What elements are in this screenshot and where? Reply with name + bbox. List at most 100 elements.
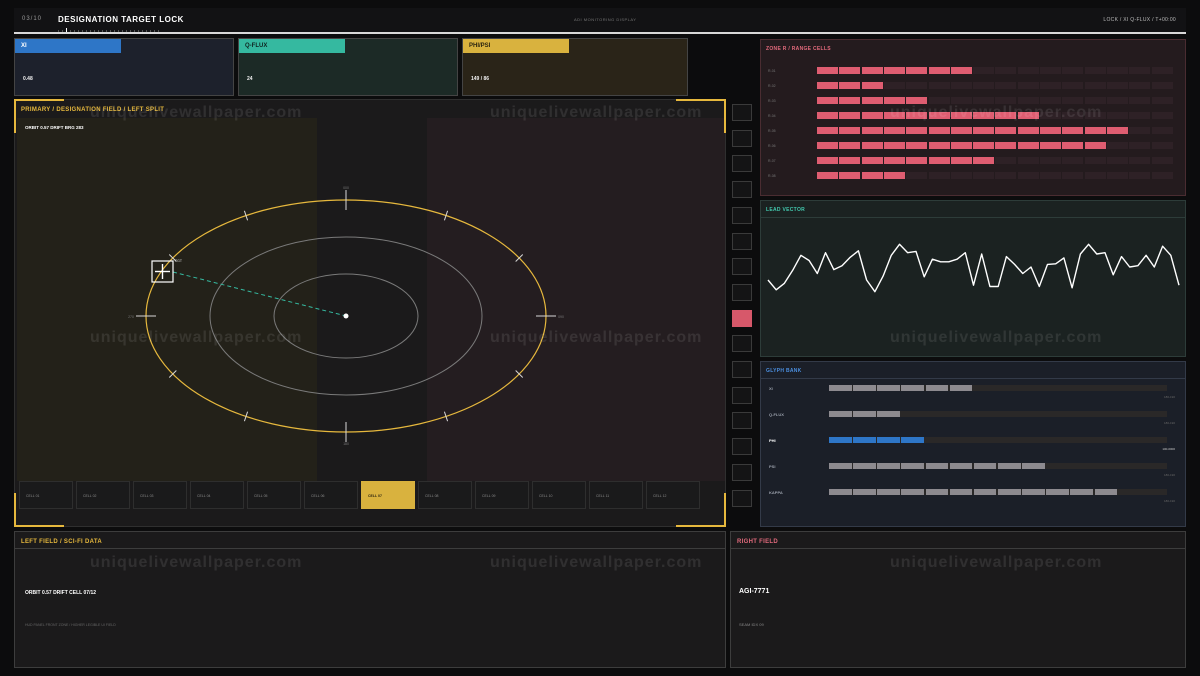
stack-slot[interactable]	[732, 181, 752, 199]
range-segment-empty	[1129, 172, 1151, 179]
range-segment-filled	[839, 82, 861, 89]
cell-tile[interactable]: CELL 03	[133, 481, 187, 509]
stack-slot[interactable]	[732, 463, 752, 481]
range-row-label: R-03	[768, 99, 776, 103]
stack-slot[interactable]	[732, 489, 752, 507]
glyph-row-label: KAPPA	[769, 490, 783, 495]
stack-slot[interactable]	[732, 361, 752, 378]
range-segment-empty	[1151, 67, 1173, 74]
metric-card-phi-psi[interactable]: PHI/PSI 149 / 86	[462, 38, 688, 96]
stack-slot[interactable]	[732, 155, 752, 173]
range-segment-filled	[817, 97, 838, 104]
glyph-segment	[829, 411, 852, 417]
ruler-tick	[130, 30, 131, 32]
cell-tile[interactable]: CELL 08	[418, 481, 472, 509]
glyph-row-footnote: 180-190	[1163, 473, 1175, 477]
stack-slot[interactable]	[732, 206, 752, 224]
glyph-segment	[901, 385, 925, 391]
cell-tile[interactable]: CELL 06	[304, 481, 358, 509]
page-index: 03/10	[22, 16, 43, 22]
ruler-tick	[78, 30, 79, 32]
metric-card-xi[interactable]: XI 0.48	[14, 38, 234, 96]
stack-slot[interactable]	[732, 438, 752, 456]
range-segment-empty	[973, 172, 995, 179]
cell-tile[interactable]: CELL 12	[646, 481, 700, 509]
range-segment-empty	[950, 97, 972, 104]
range-segment-empty	[928, 172, 950, 179]
cell-label: CELL 08	[425, 494, 439, 498]
range-segment-filled	[1062, 127, 1084, 134]
range-segment-empty	[1040, 82, 1061, 89]
range-segment-filled	[973, 142, 995, 149]
cell-tile[interactable]: CELL 10	[532, 481, 586, 509]
range-segment-empty	[1062, 172, 1084, 179]
cell-label: CELL 07	[368, 494, 382, 498]
glyph-segment	[925, 489, 949, 495]
glyph-row-footnote: 180-190	[1163, 395, 1175, 399]
glyph-segment	[949, 385, 973, 391]
range-segment-empty	[1062, 82, 1084, 89]
stack-slot[interactable]	[732, 309, 752, 327]
range-segment-empty	[906, 82, 928, 89]
range-segment-empty	[950, 172, 972, 179]
glyph-segment	[973, 463, 997, 469]
cell-label: CELL 04	[197, 494, 211, 498]
range-segment-empty	[995, 97, 1017, 104]
left-field-title: LEFT FIELD / SCI-FI DATA	[21, 539, 102, 545]
range-segment-empty	[1151, 142, 1173, 149]
cell-tile[interactable]: CELL 07	[361, 481, 415, 509]
range-segment-empty	[1129, 67, 1151, 74]
cell-tile[interactable]: CELL 02	[76, 481, 130, 509]
cell-tile[interactable]: CELL 11	[589, 481, 643, 509]
range-segment-empty	[1084, 67, 1106, 74]
range-segment-empty	[995, 82, 1017, 89]
range-segment-filled	[883, 142, 905, 149]
range-segment-filled	[883, 97, 905, 104]
page-title: DESIGNATION TARGET LOCK	[58, 15, 184, 24]
cell-tile[interactable]: CELL 04	[190, 481, 244, 509]
range-segment-filled	[817, 82, 838, 89]
cell-tile[interactable]: CELL 09	[475, 481, 529, 509]
watermark: uniquelivewallpaper.com	[890, 104, 1103, 121]
glyph-segment	[1070, 489, 1094, 495]
target-marker[interactable]	[151, 260, 174, 283]
cell-tile[interactable]: CELL 01	[19, 481, 73, 509]
stack-slot[interactable]	[732, 232, 752, 250]
metric-value: 24	[247, 76, 253, 82]
stack-slot[interactable]	[732, 335, 752, 353]
range-segment-filled	[883, 172, 905, 179]
ruler-tick	[142, 30, 143, 32]
stack-slot[interactable]	[732, 129, 752, 147]
range-segment-filled	[861, 157, 883, 164]
range-segment-empty	[1040, 172, 1061, 179]
panel-divider	[761, 378, 1185, 379]
range-segment-empty	[1017, 67, 1039, 74]
cell-label: CELL 01	[26, 494, 40, 498]
stack-slot[interactable]	[732, 104, 752, 121]
stack-slot[interactable]	[732, 283, 752, 301]
designation-field[interactable]: PRIMARY / DESIGNATION FIELD / LEFT SPLIT…	[14, 99, 726, 527]
range-segment-filled	[1084, 142, 1106, 149]
range-segment-filled	[906, 67, 928, 74]
range-row-label: R-05	[768, 129, 776, 133]
range-segment-empty	[1129, 157, 1151, 164]
stack-slot[interactable]	[732, 412, 752, 430]
stack-slot[interactable]	[732, 386, 752, 404]
cell-tile[interactable]: CELL 05	[247, 481, 301, 509]
glyph-segment	[901, 437, 925, 443]
cell-label: CELL 06	[311, 494, 325, 498]
metric-tab: PHI/PSI	[463, 39, 569, 53]
ruler-tick	[150, 30, 151, 32]
stack-slot[interactable]	[732, 258, 752, 276]
range-segment-filled	[906, 142, 928, 149]
metric-card-qflux[interactable]: Q-FLUX 24	[238, 38, 458, 96]
glyph-segment	[829, 489, 852, 495]
cell-label: CELL 05	[254, 494, 268, 498]
header-bar: 03/10 DESIGNATION TARGET LOCK ADI MONITO…	[14, 8, 1186, 34]
glyph-segment	[853, 489, 876, 495]
lead-vector-series	[767, 243, 1180, 293]
zone-title: ZONE R / RANGE CELLS	[766, 46, 831, 52]
range-segment-empty	[1040, 97, 1061, 104]
range-row-label: R-06	[768, 144, 776, 148]
range-segment-filled	[928, 142, 950, 149]
